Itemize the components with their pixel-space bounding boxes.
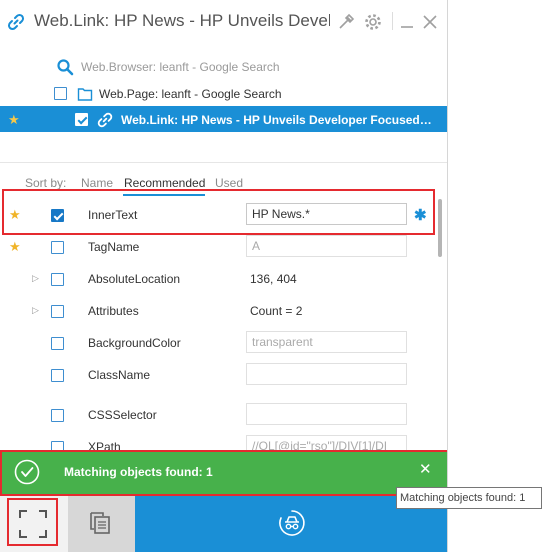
bottom-action-bar (0, 496, 447, 552)
property-value: Count = 2 (250, 304, 303, 318)
title-separator (392, 12, 393, 30)
tree-item-label: Web.Page: leanft - Google Search (99, 86, 282, 101)
property-name: ClassName (88, 368, 151, 382)
property-value: 136, 404 (250, 272, 297, 286)
folder-icon (77, 87, 93, 101)
property-row-absolutelocation[interactable]: ▷ AbsoluteLocation 136, 404 (0, 264, 447, 294)
pick-icon[interactable] (335, 11, 357, 33)
property-name: Attributes (88, 304, 139, 318)
property-name: TagName (88, 240, 140, 254)
property-value-input[interactable] (246, 363, 407, 385)
property-value-input[interactable] (246, 403, 407, 425)
property-name: AbsoluteLocation (88, 272, 181, 286)
property-checkbox[interactable] (51, 369, 64, 382)
copy-button[interactable] (68, 496, 135, 552)
sort-by-label: Sort by: (25, 176, 67, 190)
spy-icon (279, 510, 305, 536)
property-row-tagname[interactable]: ★ TagName A (0, 232, 447, 262)
property-row-backgroundcolor[interactable]: BackgroundColor transparent (0, 328, 447, 358)
sort-option-recommended[interactable]: Recommended (124, 176, 205, 190)
search-icon (57, 58, 74, 75)
property-row-classname[interactable]: ClassName (0, 360, 447, 390)
toast-highlight (0, 450, 447, 496)
gear-icon[interactable] (362, 11, 384, 33)
tree-item-browser[interactable]: Web.Browser: leanft - Google Search (56, 53, 280, 80)
section-divider (0, 162, 447, 163)
highlight-button-outline (7, 498, 58, 546)
property-row-attributes[interactable]: ▷ Attributes Count = 2 (0, 296, 447, 326)
tree-item-label: Web.Browser: leanft - Google Search (81, 59, 280, 74)
property-checkbox[interactable] (51, 337, 64, 350)
star-icon[interactable]: ★ (8, 112, 20, 128)
close-icon[interactable] (419, 11, 441, 33)
tree-item-link[interactable]: Web.Link: HP News - HP Unveils Developer… (75, 106, 432, 133)
sort-option-name[interactable]: Name (81, 176, 113, 190)
property-checkbox[interactable] (51, 241, 64, 254)
tree-checkbox[interactable] (54, 87, 67, 100)
sort-option-used[interactable]: Used (215, 176, 243, 190)
property-row-cssselector[interactable]: CSSSelector (0, 400, 447, 430)
title-bar: Web.Link: HP News - HP Unveils Develo… (0, 0, 447, 42)
property-name: BackgroundColor (88, 336, 181, 350)
tree-checkbox[interactable] (75, 113, 88, 126)
copy-icon (90, 512, 110, 534)
property-value-input[interactable]: transparent (246, 331, 407, 353)
innertext-highlight (2, 189, 435, 235)
expand-arrow-icon[interactable]: ▷ (32, 273, 39, 284)
tree-item-label: Web.Link: HP News - HP Unveils Developer… (121, 112, 432, 127)
tree-item-page[interactable]: Web.Page: leanft - Google Search (54, 80, 282, 107)
property-value-input[interactable]: A (246, 235, 407, 257)
star-icon[interactable]: ★ (9, 239, 21, 255)
link-icon (7, 13, 25, 31)
property-checkbox[interactable] (51, 409, 64, 422)
expand-arrow-icon[interactable]: ▷ (32, 305, 39, 316)
object-identification-panel: Web.Link: HP News - HP Unveils Develo… W… (0, 0, 448, 552)
property-checkbox[interactable] (51, 305, 64, 318)
property-checkbox[interactable] (51, 273, 64, 286)
window-title: Web.Link: HP News - HP Unveils Develo… (34, 11, 330, 30)
minimize-icon[interactable] (396, 11, 418, 33)
tooltip: Matching objects found: 1 (396, 487, 542, 509)
link-icon (97, 112, 113, 127)
scrollbar-thumb[interactable] (438, 199, 442, 257)
property-name: CSSSelector (88, 408, 157, 422)
